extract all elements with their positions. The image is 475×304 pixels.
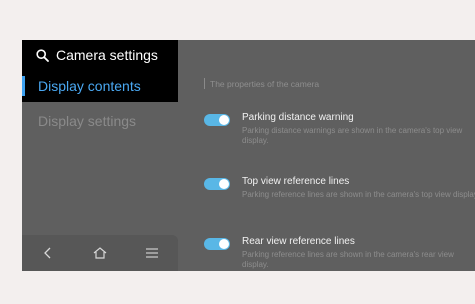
setting-label: Top view reference lines: [242, 176, 350, 187]
bottom-navigation: [22, 235, 178, 271]
sidebar-item-display-contents[interactable]: Display contents: [22, 70, 178, 102]
section-divider: [204, 78, 205, 89]
toggle-knob: [219, 115, 229, 125]
sidebar-item-label: Display settings: [38, 113, 137, 129]
toggle-knob: [219, 239, 229, 249]
sidebar-item-label: Display contents: [38, 78, 141, 94]
parking-distance-warning-toggle[interactable]: [204, 114, 230, 126]
active-indicator: [22, 76, 25, 96]
top-view-reference-lines-toggle[interactable]: [204, 178, 230, 190]
camera-settings-screen: Camera settings Display contents Display…: [22, 40, 475, 271]
search-icon[interactable]: [34, 47, 50, 63]
sidebar: Camera settings Display contents Display…: [22, 40, 178, 271]
back-icon[interactable]: [35, 240, 61, 266]
section-heading: The properties of the camera: [204, 78, 319, 89]
setting-description: Parking distance warnings are shown in t…: [242, 126, 463, 145]
setting-description: Parking reference lines are shown in the…: [242, 190, 475, 199]
page-title: Camera settings: [56, 47, 158, 63]
settings-panel: The properties of the camera Parking dis…: [178, 40, 475, 271]
setting-label: Rear view reference lines: [242, 236, 355, 247]
menu-icon[interactable]: [139, 240, 165, 266]
title-bar: Camera settings: [22, 40, 178, 70]
toggle-knob: [219, 179, 229, 189]
sidebar-item-display-settings[interactable]: Display settings: [22, 108, 178, 134]
home-icon[interactable]: [87, 240, 113, 266]
setting-label: Parking distance warning: [242, 112, 354, 123]
setting-description: Parking reference lines are shown in the…: [242, 250, 454, 269]
rear-view-reference-lines-toggle[interactable]: [204, 238, 230, 250]
